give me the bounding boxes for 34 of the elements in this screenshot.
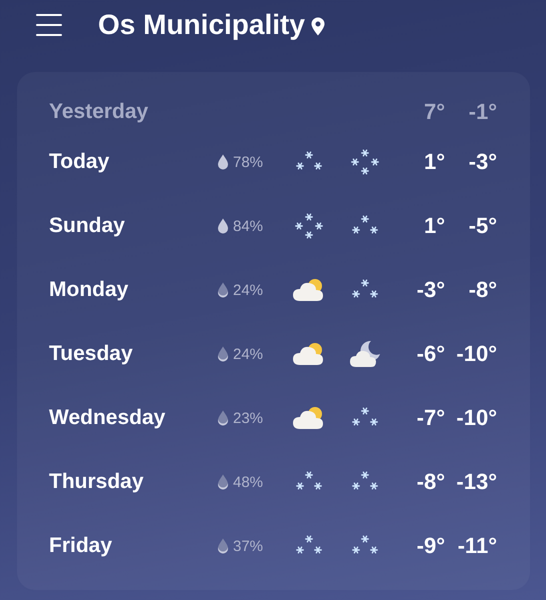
low-temperature: -10° (455, 341, 497, 367)
menu-icon[interactable] (36, 14, 62, 36)
high-temperature: -3° (416, 277, 445, 303)
day-label: Monday (49, 278, 130, 302)
precipitation-chance: 78% (233, 154, 264, 170)
high-temperature: -8° (416, 469, 445, 495)
precipitation-chance: 23% (233, 410, 264, 426)
day-label: Yesterday (49, 100, 150, 124)
low-temperature: -11° (456, 533, 497, 559)
high-temperature: 7° (422, 99, 445, 125)
day-label: Today (49, 150, 110, 174)
high-temperature: -9° (416, 533, 445, 559)
day-label: Sunday (49, 214, 126, 238)
low-temperature: -10° (455, 405, 497, 431)
precipitation-chance: 84% (233, 218, 264, 234)
high-temperature: -6° (416, 341, 445, 367)
day-label: Thursday (49, 470, 145, 494)
high-temperature: 1° (422, 213, 445, 239)
low-temperature: -1° (468, 99, 497, 125)
day-label: Friday (49, 534, 114, 558)
precipitation-chance: 24% (233, 346, 264, 362)
low-temperature: -13° (455, 469, 497, 495)
low-temperature: -8° (468, 277, 497, 303)
low-temperature: -3° (468, 149, 497, 175)
low-temperature: -5° (468, 213, 497, 239)
precipitation-chance: 37% (233, 538, 264, 554)
location-pin-icon (310, 16, 325, 36)
precipitation-chance: 48% (233, 474, 264, 490)
day-label: Tuesday (49, 342, 134, 366)
precipitation-chance: 24% (233, 282, 264, 298)
high-temperature: -7° (416, 405, 445, 431)
location-title[interactable]: Os Municipality (98, 9, 305, 41)
high-temperature: 1° (422, 149, 445, 175)
day-label: Wednesday (49, 406, 166, 430)
